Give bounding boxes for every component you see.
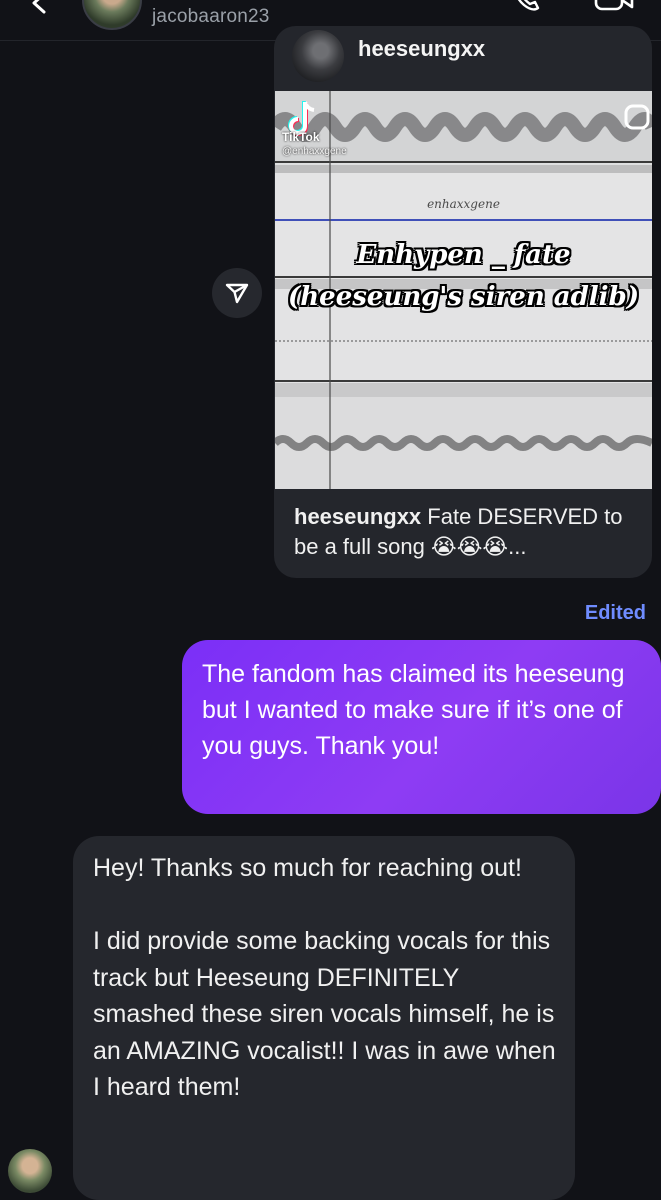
video-icon[interactable]	[594, 0, 634, 12]
caption-author[interactable]: heeseungxx	[294, 504, 421, 529]
waveform-bottom	[275, 397, 652, 489]
back-icon[interactable]	[28, 0, 50, 14]
incoming-message-text: Hey! Thanks so much for reaching out! I …	[93, 854, 556, 1101]
post-caption: heeseungxx Fate DESERVED to be a full so…	[294, 502, 644, 562]
share-button[interactable]	[212, 268, 262, 318]
edited-label: Edited	[584, 602, 646, 624]
send-icon	[225, 283, 249, 304]
tiktok-platform-label: TikTok	[282, 130, 320, 144]
tiktok-handle: @enhaxxgene	[282, 146, 347, 157]
track-separator-3	[275, 383, 652, 397]
reel-icon	[624, 104, 650, 130]
post-author-name[interactable]: heeseungxx	[358, 36, 485, 62]
video-overlay-title: Enhypen _ fate	[356, 240, 571, 270]
post-author-avatar[interactable]	[292, 30, 344, 82]
header-username[interactable]: jacobaaron23	[152, 6, 270, 28]
track-separator	[275, 165, 652, 173]
outgoing-message-text: The fandom has claimed its heeseung but …	[202, 660, 625, 760]
video-watermark: enhaxxgene	[427, 197, 500, 211]
video-overlay-subtitle: (heeseung's siren adlib)	[287, 282, 640, 312]
phone-icon[interactable]	[512, 0, 542, 12]
sender-avatar[interactable]	[8, 1149, 52, 1193]
